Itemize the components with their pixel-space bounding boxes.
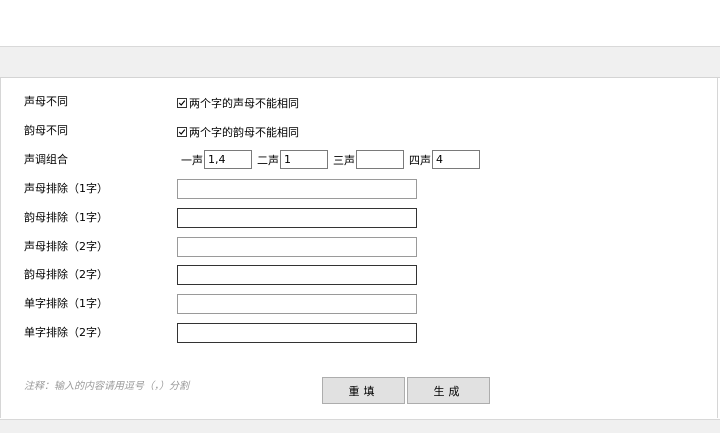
checkbox-box[interactable] bbox=[177, 127, 187, 137]
char-exclude-2-input[interactable] bbox=[177, 323, 417, 343]
top-band bbox=[0, 0, 720, 47]
toolbar-strip bbox=[0, 47, 720, 78]
tone1-label: 一声 bbox=[181, 153, 203, 167]
final-different-checkbox[interactable]: 两个字的韵母不能相同 bbox=[177, 124, 299, 140]
char-exclude-2-label: 单字排除（2字） bbox=[24, 326, 108, 339]
tone-combination-label: 声调组合 bbox=[24, 153, 68, 166]
generate-button[interactable]: 生成 bbox=[407, 377, 490, 404]
final-exclude-2-label: 韵母排除（2字） bbox=[24, 268, 108, 281]
tone4-input[interactable] bbox=[432, 150, 480, 169]
tone3-label: 三声 bbox=[333, 153, 355, 167]
initial-different-label: 声母不同 bbox=[24, 95, 68, 108]
char-exclude-1-input[interactable] bbox=[177, 294, 417, 314]
tone3-input[interactable] bbox=[356, 150, 404, 169]
final-exclude-2-input[interactable] bbox=[177, 265, 417, 285]
initial-different-checkbox[interactable]: 两个字的声母不能相同 bbox=[177, 95, 299, 111]
initial-different-text: 两个字的声母不能相同 bbox=[189, 97, 299, 110]
reset-button[interactable]: 重填 bbox=[322, 377, 405, 404]
final-different-text: 两个字的韵母不能相同 bbox=[189, 126, 299, 139]
check-icon bbox=[178, 100, 186, 106]
initial-exclude-2-input[interactable] bbox=[177, 237, 417, 257]
tone-inputs-row: 一声 二声 三声 四声 bbox=[181, 150, 485, 169]
initial-exclude-1-label: 声母排除（1字） bbox=[24, 182, 108, 195]
final-exclude-1-label: 韵母排除（1字） bbox=[24, 211, 108, 224]
initial-exclude-2-label: 声母排除（2字） bbox=[24, 240, 108, 253]
tone4-label: 四声 bbox=[409, 153, 431, 167]
checkbox-box[interactable] bbox=[177, 98, 187, 108]
char-exclude-1-label: 单字排除（1字） bbox=[24, 297, 108, 310]
tone2-input[interactable] bbox=[280, 150, 328, 169]
input-hint-note: 注释：输入的内容请用逗号（，）分割 bbox=[24, 381, 189, 392]
tone1-input[interactable] bbox=[204, 150, 252, 169]
check-icon bbox=[178, 129, 186, 135]
initial-exclude-1-input[interactable] bbox=[177, 179, 417, 199]
bottom-strip bbox=[0, 419, 720, 433]
tone2-label: 二声 bbox=[257, 153, 279, 167]
final-different-label: 韵母不同 bbox=[24, 124, 68, 137]
final-exclude-1-input[interactable] bbox=[177, 208, 417, 228]
